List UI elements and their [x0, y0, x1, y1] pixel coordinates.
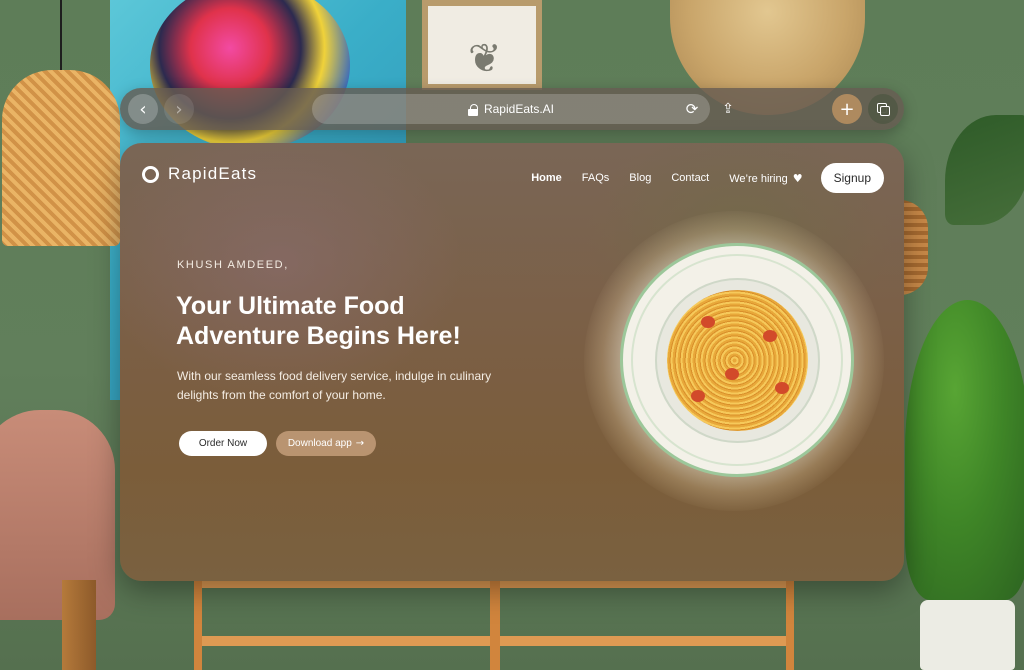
share-icon[interactable]: ⇪	[718, 96, 738, 122]
site-window: RapidEats Home FAQs Blog Contact We’re h…	[120, 143, 904, 581]
lock-icon	[467, 103, 478, 116]
back-button[interactable]: ‹	[128, 94, 158, 124]
lamp-cord	[60, 0, 62, 72]
armchair	[0, 410, 115, 620]
hero-subtext: With our seamless food delivery service,…	[177, 369, 492, 402]
top-nav: Home FAQs Blog Contact We’re hiring ♥ Sig…	[531, 163, 884, 193]
address-bar[interactable]: RapidEats.AI ⟳	[312, 94, 710, 124]
plant-pot	[920, 600, 1015, 670]
plant-leaves-top	[945, 115, 1024, 225]
wooden-shelf	[194, 578, 794, 670]
nav-hiring[interactable]: We’re hiring ♥	[729, 172, 802, 185]
download-app-label: Download app	[287, 438, 352, 449]
download-app-button[interactable]: Download app →	[276, 431, 376, 456]
arrow-right-icon: →	[355, 438, 365, 449]
spaghetti-image	[667, 290, 808, 431]
brand-logo[interactable]: RapidEats	[142, 164, 257, 184]
nav-home[interactable]: Home	[531, 172, 562, 184]
chevron-left-icon: ‹	[139, 98, 147, 120]
tomato-piece	[691, 390, 705, 402]
wall-basket	[900, 200, 928, 295]
url-text: RapidEats.AI	[483, 102, 555, 116]
nav-hiring-label: We’re hiring	[729, 172, 788, 185]
signup-button[interactable]: Signup	[820, 163, 884, 193]
reload-icon[interactable]: ⟳	[682, 99, 702, 119]
order-now-button[interactable]: Order Now	[179, 431, 267, 456]
tab-overview-button[interactable]	[868, 94, 898, 124]
shelf-divider	[490, 578, 500, 670]
potted-plant	[905, 300, 1024, 600]
nav-contact[interactable]: Contact	[671, 172, 709, 184]
pendant-lamp	[2, 70, 120, 246]
order-now-label: Order Now	[198, 438, 248, 449]
botanical-frame: ❦	[422, 0, 542, 90]
tomato-piece	[701, 316, 715, 328]
pasta-plate	[620, 243, 854, 477]
plus-icon: +	[839, 98, 855, 120]
tomato-piece	[725, 368, 739, 380]
side-table	[62, 580, 96, 670]
ring-logo-icon	[142, 165, 159, 183]
tabs-icon	[877, 103, 890, 116]
forward-button[interactable]: ›	[164, 94, 194, 124]
nav-faqs[interactable]: FAQs	[582, 172, 610, 184]
chevron-right-icon: ›	[175, 98, 183, 120]
heart-icon: ♥	[792, 171, 803, 185]
tomato-piece	[763, 330, 777, 342]
tomato-piece	[775, 382, 789, 394]
hero-headline: Your Ultimate Food Adventure Begins Here…	[176, 292, 461, 350]
nav-blog[interactable]: Blog	[629, 172, 651, 184]
greeting: KHUSH AMDEED,	[177, 259, 289, 271]
new-tab-button[interactable]: +	[832, 94, 862, 124]
sprig-illustration: ❦	[468, 36, 502, 82]
brand-name: RapidEats	[168, 164, 258, 183]
browser-toolbar: ‹ › RapidEats.AI ⟳ ⇪ +	[120, 88, 904, 130]
plate-well	[655, 278, 820, 443]
